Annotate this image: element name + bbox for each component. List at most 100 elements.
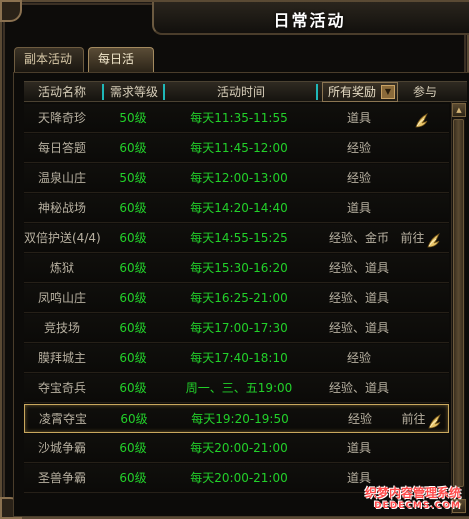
table-row[interactable]: 神秘战场 60级 每天14:20-14:40 道具 <box>24 194 449 223</box>
required-level: 60级 <box>119 321 147 335</box>
activity-time: 每天11:35-11:55 <box>190 111 288 125</box>
join-cell <box>392 434 448 463</box>
reward-filter-dropdown[interactable]: 所有奖励 ▼ <box>322 82 398 102</box>
go-link[interactable]: 前往 <box>401 412 425 426</box>
table-row[interactable]: 膜拜城主 60级 每天17:40-18:10 经验 <box>24 344 449 373</box>
required-level: 60级 <box>119 231 147 245</box>
join-cell <box>392 314 448 343</box>
table-row[interactable]: 每日答题 60级 每天11:45-12:00 经验 <box>24 134 449 163</box>
activity-reward: 经验 <box>346 171 371 185</box>
required-level: 60级 <box>119 201 147 215</box>
required-level: 60级 <box>119 351 147 365</box>
frame-corner-ornament <box>0 0 22 22</box>
reward-filter-value: 所有奖励 <box>328 85 377 99</box>
activity-name: 神秘战场 <box>37 201 86 215</box>
header-activity-name: 活动名称 <box>37 85 86 99</box>
activity-time: 每天14:55-15:25 <box>190 231 288 245</box>
activity-name: 凤鸣山庄 <box>37 291 86 305</box>
activity-name: 温泉山庄 <box>37 171 86 185</box>
activity-name: 双倍护送(4/4) <box>24 231 101 245</box>
wing-teleport-icon[interactable] <box>426 231 440 247</box>
activity-reward: 道具 <box>346 201 371 215</box>
tab-daily-activities[interactable]: 每日活动 <box>88 47 154 89</box>
required-level: 60级 <box>119 471 147 485</box>
required-level: 60级 <box>119 261 147 275</box>
activity-name: 凌霄夺宝 <box>38 412 87 426</box>
join-cell <box>392 374 448 403</box>
wing-teleport-icon[interactable] <box>414 111 428 127</box>
activity-reward: 经验、道具 <box>328 261 389 275</box>
table-row[interactable]: 天降奇珍 50级 每天11:35-11:55 道具 <box>24 104 449 133</box>
activity-name: 天降奇珍 <box>37 111 86 125</box>
watermark: 织梦内容管理系统 DEDECMS.COM <box>365 487 461 513</box>
required-level: 60级 <box>120 412 148 426</box>
activity-reward: 经验、道具 <box>328 291 389 305</box>
activity-time: 每天20:00-21:00 <box>190 471 288 485</box>
table-row[interactable]: 凌霄夺宝 60级 每天19:20-19:50 经验 前往 <box>24 404 449 433</box>
activity-reward: 经验、道具 <box>328 381 389 395</box>
table-header: 活动名称 需求等级 活动时间 所有奖励 ▼ 参与 <box>24 81 467 102</box>
daily-activity-window: 日常活动 副本活动 每日活动 活动名称 需求等级 活动时间 所有奖励 ▼ 参与 … <box>0 0 469 519</box>
activity-time: 周一、三、五19:00 <box>185 381 293 395</box>
join-cell <box>392 104 448 133</box>
activity-reward: 经验、道具 <box>328 321 389 335</box>
scroll-up-icon[interactable]: ▲ <box>452 103 466 117</box>
join-cell: 前往 <box>393 405 449 434</box>
activity-name: 每日答题 <box>37 141 86 155</box>
join-cell: 前往 <box>392 224 448 253</box>
activity-reward: 经验、金币 <box>328 231 389 245</box>
watermark-line2: DEDECMS.COM <box>374 501 461 511</box>
dropdown-arrow-icon[interactable]: ▼ <box>381 85 395 99</box>
activity-time: 每天12:00-13:00 <box>190 171 288 185</box>
join-cell <box>392 344 448 373</box>
required-level: 50级 <box>119 111 147 125</box>
vertical-scrollbar[interactable]: ▲ ▼ <box>451 102 466 514</box>
table-row[interactable]: 温泉山庄 50级 每天12:00-13:00 经验 <box>24 164 449 193</box>
required-level: 50级 <box>119 171 147 185</box>
wing-teleport-icon[interactable] <box>427 412 441 428</box>
window-title: 日常活动 <box>273 11 346 30</box>
watermark-line1: 织梦内容管理系统 <box>364 486 461 500</box>
header-join: 参与 <box>412 85 437 99</box>
activity-time: 每天20:00-21:00 <box>190 441 288 455</box>
activity-name: 膜拜城主 <box>37 351 86 365</box>
table-row[interactable]: 凤鸣山庄 60级 每天16:25-21:00 经验、道具 <box>24 284 449 313</box>
activity-reward: 道具 <box>346 441 371 455</box>
header-activity-time: 活动时间 <box>216 85 265 99</box>
activity-time: 每天15:30-16:20 <box>190 261 288 275</box>
header-separator <box>316 84 318 100</box>
join-cell <box>392 284 448 313</box>
activity-time: 每天19:20-19:50 <box>191 412 289 426</box>
header-required-level: 需求等级 <box>109 85 158 99</box>
activity-time: 每天16:25-21:00 <box>190 291 288 305</box>
required-level: 60级 <box>119 381 147 395</box>
required-level: 60级 <box>119 291 147 305</box>
activity-name: 沙城争霸 <box>37 441 86 455</box>
required-level: 60级 <box>119 441 147 455</box>
activity-reward: 道具 <box>346 111 371 125</box>
table-row[interactable]: 沙城争霸 60级 每天20:00-21:00 道具 <box>24 434 449 463</box>
activity-time: 每天14:20-14:40 <box>190 201 288 215</box>
tab-dungeon-activities[interactable]: 副本活动 <box>14 47 84 72</box>
activity-reward: 经验 <box>347 412 372 426</box>
activity-time: 每天11:45-12:00 <box>190 141 288 155</box>
table-row[interactable]: 竞技场 60级 每天17:00-17:30 经验、道具 <box>24 314 449 343</box>
join-cell <box>392 194 448 223</box>
activity-time: 每天17:00-17:30 <box>190 321 288 335</box>
join-cell <box>392 164 448 193</box>
activity-name: 夺宝奇兵 <box>37 381 86 395</box>
activity-reward: 经验 <box>346 351 371 365</box>
header-separator <box>163 84 165 100</box>
activity-name: 圣兽争霸 <box>37 471 86 485</box>
required-level: 60级 <box>119 141 147 155</box>
header-separator <box>102 84 104 100</box>
table-row[interactable]: 夺宝奇兵 60级 周一、三、五19:00 经验、道具 <box>24 374 449 403</box>
activity-name: 炼狱 <box>49 261 74 275</box>
table-row[interactable]: 炼狱 60级 每天15:30-16:20 经验、道具 <box>24 254 449 283</box>
table-row[interactable]: 双倍护送(4/4) 60级 每天14:55-15:25 经验、金币 前往 <box>24 224 449 253</box>
go-link[interactable]: 前往 <box>400 231 424 245</box>
activity-reward: 经验 <box>346 141 371 155</box>
scroll-thumb[interactable] <box>453 119 464 487</box>
join-cell <box>392 134 448 163</box>
join-cell <box>392 254 448 283</box>
